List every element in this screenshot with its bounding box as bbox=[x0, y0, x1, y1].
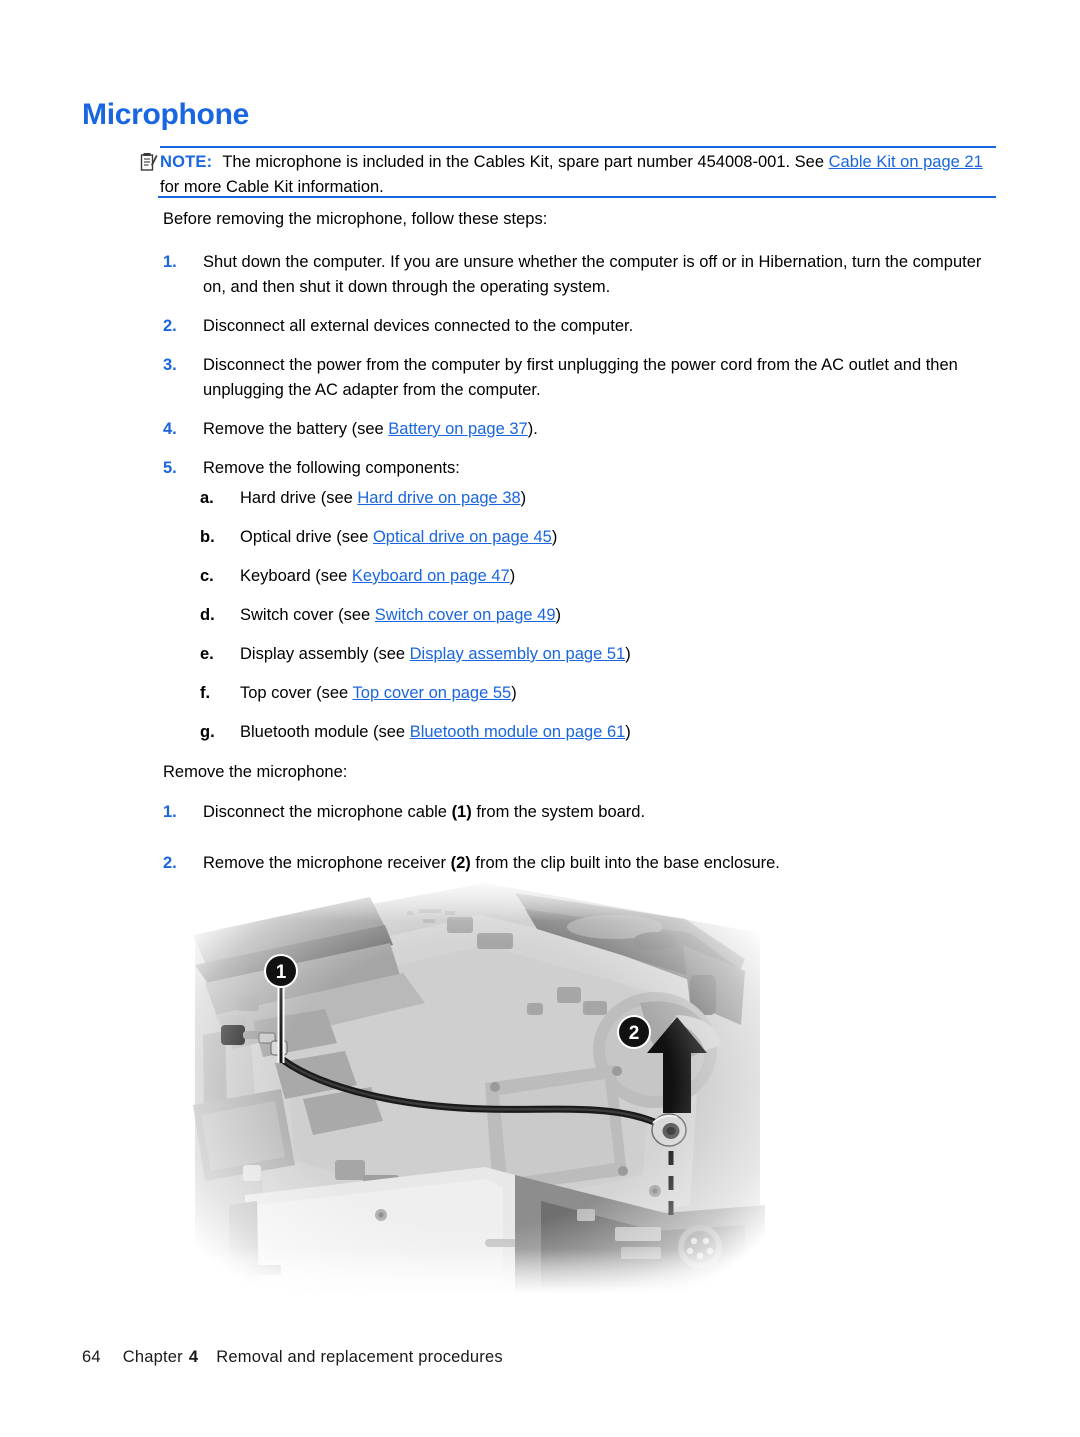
list-marker: 4. bbox=[163, 420, 177, 438]
sub-g-text-before: Bluetooth module (see bbox=[240, 723, 410, 741]
list-item: g. Bluetooth module (see Bluetooth modul… bbox=[200, 720, 1000, 745]
sublist-item-text: Optical drive (see Optical drive on page… bbox=[240, 525, 1000, 550]
sublist-marker: d. bbox=[200, 606, 215, 624]
list-item: 3. Disconnect the power from the compute… bbox=[163, 353, 1003, 403]
sublist-marker: b. bbox=[200, 528, 215, 546]
sub-a-text-before: Hard drive (see bbox=[240, 489, 358, 507]
sub-b-text-after: ) bbox=[551, 528, 558, 546]
sub-c-text-after: ) bbox=[509, 567, 516, 585]
callout-badge-2: 2 bbox=[617, 1015, 651, 1049]
sub-c-text-before: Keyboard (see bbox=[240, 567, 352, 585]
sublist-item-text: Display assembly (see Display assembly o… bbox=[240, 642, 1000, 667]
list-marker: 1. bbox=[163, 253, 177, 271]
sub-f-text-after: ) bbox=[511, 684, 517, 702]
list-item: 5. Remove the following components: bbox=[163, 456, 1003, 481]
removal-intro-paragraph: Remove the microphone: bbox=[163, 763, 348, 781]
list-item-text: Remove the battery (see Battery on page … bbox=[203, 417, 1003, 442]
sub-d-text-after: ) bbox=[555, 606, 562, 624]
link-battery[interactable]: Battery on page 37 bbox=[388, 420, 527, 438]
sublist-marker: f. bbox=[200, 684, 211, 702]
footer-chapter-title: Removal and replacement procedures bbox=[216, 1348, 503, 1366]
list-marker: 3. bbox=[163, 356, 177, 374]
figure-microphone-removal: 1 2 bbox=[185, 875, 765, 1295]
note-clipboard-icon bbox=[140, 152, 158, 172]
link-optical-drive[interactable]: Optical drive on page 45 bbox=[373, 528, 552, 546]
list-marker: 5. bbox=[163, 459, 177, 477]
sublist-marker: g. bbox=[200, 723, 215, 741]
sublist-marker: a. bbox=[200, 489, 214, 507]
removal-1-text-before: Disconnect the microphone cable bbox=[203, 803, 452, 821]
list-item: b. Optical drive (see Optical drive on p… bbox=[200, 525, 1000, 550]
sublist-item-text: Keyboard (see Keyboard on page 47) bbox=[240, 564, 1000, 589]
sub-b-text-before: Optical drive (see bbox=[240, 528, 373, 546]
list-item: 2. Disconnect all external devices conne… bbox=[163, 314, 1003, 339]
sublist-marker: c. bbox=[200, 567, 214, 585]
sublist-item-text: Switch cover (see Switch cover on page 4… bbox=[240, 603, 1000, 628]
sub-a-text-after: ) bbox=[520, 489, 527, 507]
sublist-item-text: Hard drive (see Hard drive on page 38) bbox=[240, 486, 1000, 511]
list-item: d. Switch cover (see Switch cover on pag… bbox=[200, 603, 1000, 628]
list-item: c. Keyboard (see Keyboard on page 47) bbox=[200, 564, 1000, 589]
removal-2-text-before: Remove the microphone receiver bbox=[203, 854, 451, 872]
photo-vignette bbox=[185, 875, 765, 1295]
callout-ref-2: (2) bbox=[450, 854, 471, 872]
note-body: NOTE: The microphone is included in the C… bbox=[160, 150, 996, 200]
callout-1-number: 1 bbox=[276, 962, 287, 983]
sub-g-text-after: ) bbox=[625, 723, 631, 741]
note-link-cable-kit[interactable]: Cable Kit on page 21 bbox=[829, 153, 983, 171]
sublist-item-text: Bluetooth module (see Bluetooth module o… bbox=[240, 720, 1000, 745]
list-item: e. Display assembly (see Display assembl… bbox=[200, 642, 1000, 667]
photo-top-fade bbox=[185, 875, 765, 921]
list-marker: 1. bbox=[163, 803, 177, 821]
callout-2-number: 2 bbox=[629, 1023, 640, 1044]
list-item-text: Disconnect the microphone cable (1) from… bbox=[203, 800, 1003, 825]
removal-1-text-after: from the system board. bbox=[471, 803, 646, 821]
list-item-text: Disconnect all external devices connecte… bbox=[203, 317, 634, 335]
intro-paragraph: Before removing the microphone, follow t… bbox=[163, 210, 548, 228]
note-text-before-link: The microphone is included in the Cables… bbox=[222, 153, 829, 171]
sublist-marker: e. bbox=[200, 645, 214, 663]
footer-chapter-number: 4 bbox=[188, 1348, 199, 1366]
photo-bottom-fade bbox=[185, 1249, 765, 1295]
components-sublist: a. Hard drive (see Hard drive on page 38… bbox=[200, 486, 1000, 759]
list-item-text: Disconnect the power from the computer b… bbox=[203, 356, 958, 399]
list-marker: 2. bbox=[163, 854, 177, 872]
list-item-text: Remove the microphone receiver (2) from … bbox=[203, 851, 1003, 876]
sub-f-text-before: Top cover (see bbox=[240, 684, 353, 702]
link-hard-drive[interactable]: Hard drive on page 38 bbox=[357, 489, 520, 507]
link-bluetooth-module[interactable]: Bluetooth module on page 61 bbox=[410, 723, 626, 741]
page-footer: 64 Chapter 4 Removal and replacement proced… bbox=[82, 1348, 503, 1367]
callout-ref-1: (1) bbox=[451, 803, 472, 821]
list-item-text: Shut down the computer. If you are unsur… bbox=[203, 253, 982, 296]
preparation-steps-list: 1. Shut down the computer. If you are un… bbox=[163, 250, 1003, 491]
list-item: 4. Remove the battery (see Battery on pa… bbox=[163, 417, 1003, 442]
link-display-assembly[interactable]: Display assembly on page 51 bbox=[410, 645, 626, 663]
note-text-after-link: for more Cable Kit information. bbox=[160, 178, 384, 196]
removal-2-text-after: from the clip built into the base enclos… bbox=[470, 854, 780, 872]
sub-d-text-before: Switch cover (see bbox=[240, 606, 375, 624]
link-switch-cover[interactable]: Switch cover on page 49 bbox=[375, 606, 556, 624]
callout-badge-1: 1 bbox=[264, 954, 298, 988]
link-top-cover[interactable]: Top cover on page 55 bbox=[353, 684, 512, 702]
sub-e-text-after: ) bbox=[625, 645, 631, 663]
page-title: Microphone bbox=[82, 98, 249, 131]
list-item: 1. Disconnect the microphone cable (1) f… bbox=[163, 800, 1003, 825]
document-page: Microphone NOTE: The microphone is includ… bbox=[0, 0, 1080, 1437]
sublist-item-text: Top cover (see Top cover on page 55) bbox=[240, 681, 1000, 706]
footer-page-number: 64 bbox=[82, 1348, 101, 1366]
list-item: a. Hard drive (see Hard drive on page 38… bbox=[200, 486, 1000, 511]
step4-text-before-link: Remove the battery (see bbox=[203, 420, 389, 438]
footer-chapter-word: Chapter bbox=[122, 1348, 183, 1366]
list-item: f. Top cover (see Top cover on page 55) bbox=[200, 681, 1000, 706]
sub-e-text-before: Display assembly (see bbox=[240, 645, 410, 663]
list-marker: 2. bbox=[163, 317, 177, 335]
list-item-text: Remove the following components: bbox=[203, 459, 460, 477]
link-keyboard[interactable]: Keyboard on page 47 bbox=[352, 567, 510, 585]
list-item: 1. Shut down the computer. If you are un… bbox=[163, 250, 1003, 300]
note-label: NOTE: bbox=[160, 153, 213, 171]
step4-text-after-link: ). bbox=[527, 420, 538, 438]
note-top-rule bbox=[160, 146, 996, 148]
list-item: 2. Remove the microphone receiver (2) fr… bbox=[163, 851, 1003, 876]
